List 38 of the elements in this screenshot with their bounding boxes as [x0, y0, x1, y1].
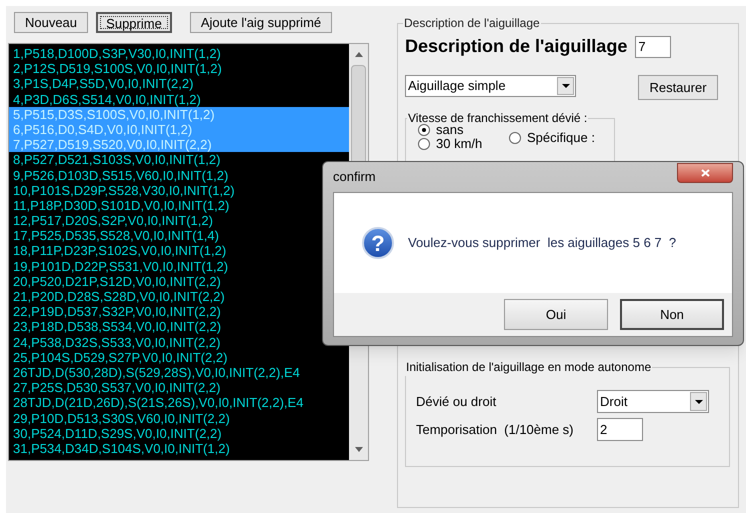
list-item[interactable]: 27,P25S,D530,S537,V0,I0,INIT(2,2)	[9, 380, 349, 396]
type-dropdown[interactable]: Aiguillage simple	[405, 74, 576, 96]
list-item[interactable]: 2,P12S,D519,S100S,V0,I0,INIT(1,2)	[9, 61, 349, 76]
close-icon	[700, 169, 710, 177]
toolbar-button[interactable]: Supprime	[96, 12, 172, 33]
scroll-down-icon[interactable]	[354, 447, 362, 452]
dialog-message: Voulez-vous supprimer les aiguillages 5 6 7 ?	[408, 234, 676, 252]
dialog-button[interactable]: Oui	[504, 299, 608, 330]
dialog-title: confirm	[333, 168, 376, 186]
toolbar-button[interactable]: Ajoute l'aig supprimé	[190, 12, 332, 33]
value-dropdown[interactable]: Droit	[597, 390, 709, 413]
field-label: Temporisation (1/10ème s)	[416, 420, 574, 439]
list-item[interactable]: 26TJD,D(530,28D),S(529,28S),V0,I0,INIT(2,2),E4	[9, 364, 349, 380]
list-item[interactable]: 31,P534,D34D,S104S,V0,I0,INIT(1,2)	[9, 440, 349, 456]
dialog-button[interactable]: Non	[620, 299, 724, 330]
list-item[interactable]: 8,P527,D521,S103S,V0,I0,INIT(1,2)	[9, 152, 349, 168]
list-item[interactable]: 1,P518,D100D,S3P,V30,I0,INIT(1,2)	[9, 46, 349, 62]
radio-option[interactable]: 30 km/h	[418, 137, 482, 151]
list-item[interactable]: 4,P3D,D6S,S514,V0,I0,INIT(1,2)	[9, 92, 349, 107]
toolbar-button[interactable]: Nouveau	[14, 12, 88, 33]
list-item[interactable]: 25,P104S,D529,S27P,V0,I0,INIT(2,2)	[9, 350, 349, 365]
dropdown-caret-icon	[694, 400, 702, 404]
group-title: Initialisation de l'aiguillage en mode autonome	[405, 359, 652, 376]
list-item[interactable]: 28TJD,D(21D,26D),S(21S,26S),V0,I0,INIT(2,2),E4	[9, 395, 349, 410]
group-title: Description de l'aiguillage	[403, 15, 541, 32]
question-icon: ?	[362, 227, 394, 259]
list-item[interactable]: 30,P524,D11D,S29S,V0,I0,INIT(2,2)	[9, 426, 349, 441]
close-button[interactable]	[677, 163, 733, 183]
list-item[interactable]: 3,P1S,D4P,S5D,V0,I0,INIT(2,2)	[9, 76, 349, 92]
radio-option[interactable]: Spécifique :	[509, 131, 595, 145]
restore-button[interactable]: Restaurer	[638, 75, 718, 100]
number-field[interactable]: 7	[635, 36, 672, 58]
dropdown-caret-icon	[562, 84, 570, 88]
field-label: Dévié ou droit	[416, 392, 496, 411]
heading: Description de l'aiguillage	[405, 35, 628, 58]
input-field[interactable]: 2	[597, 418, 643, 441]
scroll-up-icon[interactable]	[354, 52, 362, 57]
list-item[interactable]: 29,P10D,D513,S30S,V60,I0,INIT(2,2)	[9, 410, 349, 426]
